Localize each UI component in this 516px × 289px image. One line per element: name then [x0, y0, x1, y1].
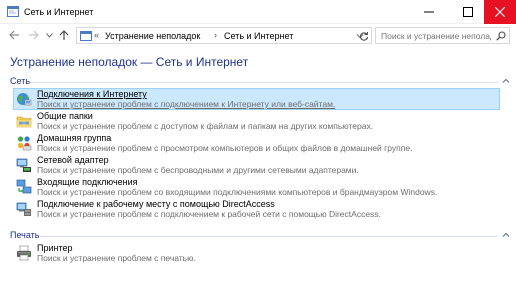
page-title: Устранение неполадок — Сеть и Интернет [10, 55, 249, 69]
up-button[interactable] [57, 28, 71, 42]
search-input[interactable] [381, 29, 491, 42]
item-description[interactable]: Поиск и устранение проблем с просмотром … [37, 143, 412, 153]
refresh-button[interactable] [356, 27, 372, 44]
item-title[interactable]: Подключение к рабочему месту с помощью D… [37, 199, 275, 209]
list-item-directaccess[interactable]: Подключение к рабочему месту с помощью D… [13, 198, 500, 220]
title-bar: Сеть и Интернет [0, 0, 516, 24]
item-description[interactable]: Поиск и устранение проблем с подключение… [37, 209, 381, 219]
back-button[interactable] [7, 28, 21, 42]
item-description[interactable]: Поиск и устранение проблем с печатью. [37, 253, 196, 263]
item-description[interactable]: Поиск и устранение проблем со входящими … [37, 187, 437, 197]
navigation-bar: « Устранение неполадок › Сеть и Интернет [0, 24, 516, 46]
breadcrumb-network-internet[interactable]: Сеть и Интернет [224, 31, 293, 41]
window-title: Сеть и Интернет [24, 7, 94, 17]
item-title[interactable]: Принтер [37, 243, 73, 253]
arrow-up-icon [59, 29, 69, 40]
item-description[interactable]: Поиск и устранение проблем с беспроводны… [37, 165, 359, 175]
content-area: Устранение неполадок — Сеть и Интернет С… [0, 46, 516, 289]
item-description[interactable]: Поиск и устранение проблем с доступом к … [37, 121, 373, 131]
group-title: Сеть [10, 76, 31, 86]
search-icon[interactable] [496, 31, 506, 41]
group-header-printing[interactable]: Печать [10, 230, 510, 242]
list-item-printer[interactable]: Принтер Поиск и устранение проблем с печ… [13, 242, 500, 264]
minimize-icon [424, 11, 434, 13]
arrow-left-icon [8, 30, 19, 40]
internet-globe-icon [17, 93, 32, 106]
printer-icon [17, 245, 31, 261]
directaccess-icon [16, 202, 31, 216]
troubleshoot-window-icon [7, 6, 19, 17]
troubleshoot-location-icon [80, 31, 92, 41]
close-button[interactable] [484, 0, 516, 24]
chevron-up-icon[interactable] [502, 77, 510, 85]
homegroup-icon [17, 136, 32, 151]
item-title[interactable]: Домашняя группа [37, 133, 111, 143]
maximize-icon [463, 7, 473, 17]
group-divider [30, 82, 498, 83]
chevron-up-icon[interactable] [502, 231, 510, 239]
group-header-network[interactable]: Сеть [10, 76, 510, 88]
recent-locations-button[interactable] [44, 28, 54, 42]
list-item-internet-connections[interactable]: Подключения к Интернету Поиск и устранен… [13, 88, 500, 110]
item-description[interactable]: Поиск и устранение проблем с подключение… [37, 99, 335, 109]
breadcrumb-troubleshooting[interactable]: Устранение неполадок [105, 31, 200, 41]
item-title[interactable]: Общие папки [37, 111, 93, 121]
item-title[interactable]: Подключения к Интернету [37, 89, 147, 99]
close-icon [495, 7, 505, 17]
chevron-down-icon [45, 32, 53, 38]
breadcrumb-separator[interactable]: › [214, 30, 217, 40]
network-adapter-icon [16, 158, 31, 172]
shared-folder-icon [16, 116, 32, 128]
refresh-icon [359, 31, 368, 41]
forward-button[interactable] [26, 28, 40, 42]
incoming-connections-icon [16, 179, 32, 194]
address-bar[interactable]: « Устранение неполадок › Сеть и Интернет [76, 27, 372, 44]
list-item-shared-folders[interactable]: Общие папки Поиск и устранение проблем с… [13, 110, 500, 132]
group-title: Печать [10, 230, 40, 240]
item-title[interactable]: Сетевой адаптер [37, 155, 109, 165]
maximize-button[interactable] [451, 0, 485, 24]
search-box[interactable] [375, 27, 510, 44]
group-divider [40, 236, 498, 237]
minimize-button[interactable] [412, 0, 446, 24]
list-item-network-adapter[interactable]: Сетевой адаптер Поиск и устранение пробл… [13, 154, 500, 176]
list-item-homegroup[interactable]: Домашняя группа Поиск и устранение пробл… [13, 132, 500, 154]
item-title[interactable]: Входящие подключения [37, 177, 138, 187]
list-item-incoming-connections[interactable]: Входящие подключения Поиск и устранение … [13, 176, 500, 198]
arrow-right-icon [28, 30, 39, 40]
address-root-chevron[interactable]: « [94, 30, 99, 40]
